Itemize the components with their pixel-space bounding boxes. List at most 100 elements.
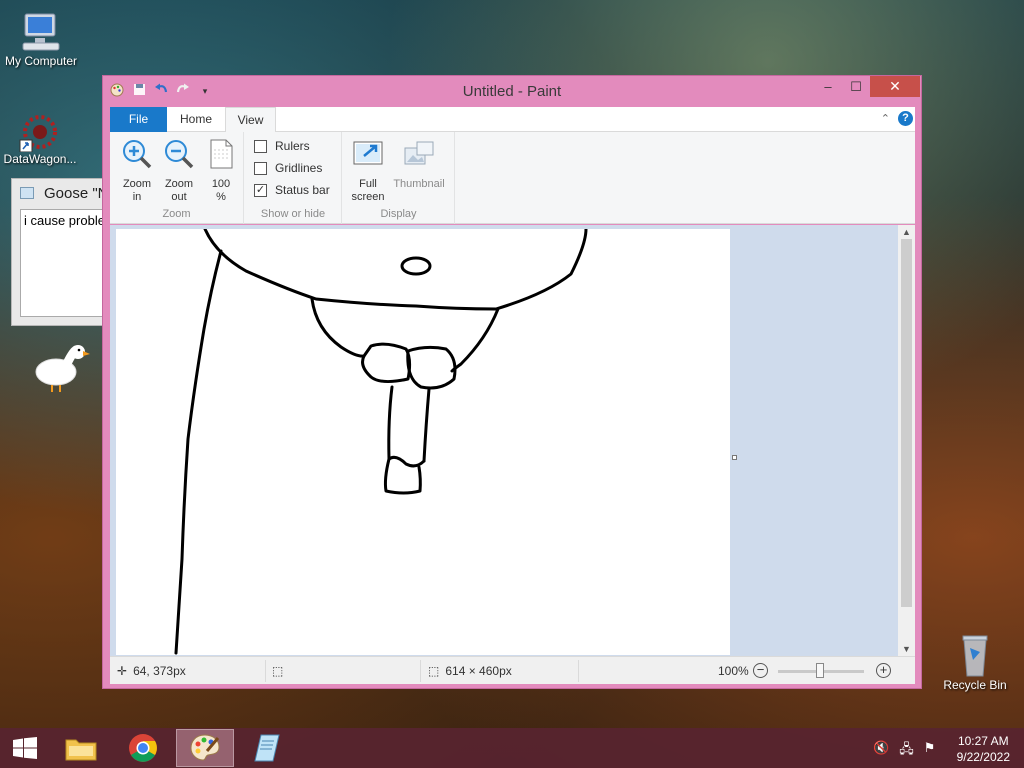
zoom-out-label: Zoom out <box>164 178 194 203</box>
status-separator <box>265 660 266 682</box>
help-icon[interactable]: ? <box>898 111 913 126</box>
image-size-icon: ⬚ <box>428 664 440 678</box>
rulers-checkbox[interactable]: Rulers <box>254 139 310 153</box>
gridlines-checkbox-box[interactable] <box>254 161 267 175</box>
status-bar-label: Status bar <box>275 183 330 197</box>
canvas-resize-handle[interactable] <box>732 455 737 460</box>
drawing-canvas[interactable] <box>116 227 730 655</box>
vertical-scrollbar[interactable]: ▲ ▼ <box>898 225 915 656</box>
scroll-up-icon[interactable]: ▲ <box>898 227 915 237</box>
zoom-100-label: 100 % <box>211 178 231 203</box>
paint-titlebar[interactable]: ▾ Untitled - Paint ‒ ☐ ✕ <box>103 76 921 106</box>
image-size: ⬚ 614 × 460px <box>428 664 512 678</box>
selection-size: ⬚ <box>272 664 283 678</box>
tab-home[interactable]: Home <box>170 107 222 132</box>
taskbar-notepad[interactable] <box>238 729 296 767</box>
scroll-down-icon[interactable]: ▼ <box>898 644 915 654</box>
thumbnail-label: Thumbnail <box>393 178 445 190</box>
display-group-label: Display <box>380 208 417 220</box>
tab-view[interactable]: View <box>225 107 276 133</box>
full-screen-button[interactable]: Full screen <box>348 138 388 204</box>
system-tray: 🔇 🖧 ⚑ <box>873 740 935 762</box>
gridlines-label: Gridlines <box>275 161 323 175</box>
start-button[interactable] <box>0 729 50 767</box>
show-hide-group: Rulers Gridlines ✓ Status bar Show or hi… <box>245 132 342 224</box>
recycle-bin-icon <box>962 635 988 677</box>
cursor-position: ✛ 64, 373px <box>117 664 186 678</box>
windows-logo-icon <box>13 737 37 759</box>
zoom-out-button[interactable]: Zoom out <box>159 138 199 204</box>
scrollbar-thumb[interactable] <box>901 239 912 607</box>
status-bar-checkbox-box[interactable]: ✓ <box>254 183 267 197</box>
zoom-in-icon <box>123 140 152 169</box>
status-separator <box>578 660 579 682</box>
zoom-out-small-button[interactable]: − <box>753 663 768 678</box>
notepad-icon <box>254 734 280 762</box>
drawing-strokes <box>174 227 588 655</box>
status-bar-checkbox[interactable]: ✓ Status bar <box>254 183 330 197</box>
chrome-icon <box>129 734 157 762</box>
zoom-percentage: 100% <box>718 664 749 678</box>
desktop-icon-my-computer[interactable]: My Computer <box>2 10 80 68</box>
desktop-icon-label: Recycle Bin <box>943 678 1007 692</box>
zoom-in-small-button[interactable]: + <box>876 663 891 678</box>
computer-icon <box>22 13 60 51</box>
rulers-label: Rulers <box>275 139 310 153</box>
minimize-ribbon-icon[interactable]: ⌃ <box>881 112 890 125</box>
page-100-icon <box>210 139 233 169</box>
datawagon-shortcut-icon <box>19 115 57 152</box>
goose-notepad-window[interactable]: Goose "N i cause proble <box>11 178 111 326</box>
zoom-in-button[interactable]: Zoom in <box>117 138 157 204</box>
paint-palette-icon <box>190 734 220 761</box>
goose-window-title: Goose "N <box>44 184 109 202</box>
rulers-checkbox-box[interactable] <box>254 139 267 153</box>
zoom-percentage-value: 100% <box>718 664 749 678</box>
zoom-in-label: Zoom in <box>122 178 152 203</box>
desktop-icon-recycle-bin[interactable]: Recycle Bin <box>940 630 1010 692</box>
gridlines-checkbox[interactable]: Gridlines <box>254 161 322 175</box>
desktop-icon-datawagon[interactable]: DataWagon... <box>0 112 80 166</box>
full-screen-icon <box>353 141 383 165</box>
status-separator <box>420 660 421 682</box>
folder-icon <box>65 739 97 761</box>
goose-window-titlebar[interactable]: Goose "N <box>12 179 110 207</box>
image-size-value: 614 × 460px <box>445 664 512 678</box>
canvas-workspace: ▲ ▼ <box>110 225 915 656</box>
clock-date: 9/22/2022 <box>956 750 1010 764</box>
goose-icon <box>35 345 90 392</box>
maximize-button[interactable]: ☐ <box>842 76 870 97</box>
notepad-doc-icon <box>20 187 34 199</box>
zoom-slider-thumb[interactable] <box>816 663 824 678</box>
zoom-group-label: Zoom <box>162 208 191 220</box>
tab-file[interactable]: File <box>110 107 167 132</box>
taskbar-file-explorer[interactable] <box>52 729 110 767</box>
clock-time: 10:27 AM <box>957 734 1009 748</box>
close-button[interactable]: ✕ <box>870 76 920 97</box>
zoom-100-button[interactable]: 100 % <box>201 138 241 204</box>
goose-note-text[interactable]: i cause proble <box>20 209 110 317</box>
volume-muted-icon[interactable]: 🔇 <box>873 740 889 762</box>
selection-icon: ⬚ <box>272 664 284 678</box>
paint-window: ▾ Untitled - Paint ‒ ☐ ✕ File Home View … <box>102 75 922 689</box>
minimize-button[interactable]: ‒ <box>814 76 842 97</box>
desktop-goose[interactable] <box>32 342 92 401</box>
taskbar-paint[interactable] <box>176 729 234 767</box>
move-cursor-icon: ✛ <box>117 664 128 678</box>
desktop-icon-label: My Computer <box>4 54 78 68</box>
thumbnail-button[interactable]: Thumbnail <box>389 138 449 191</box>
network-icon[interactable]: 🖧 <box>899 740 914 762</box>
show-hide-group-label: Show or hide <box>260 208 326 220</box>
zoom-out-icon <box>165 140 194 169</box>
taskbar-chrome[interactable] <box>114 729 172 767</box>
clock[interactable]: 10:27 AM 9/22/2022 <box>957 733 1010 765</box>
thumbnail-icon <box>404 141 434 165</box>
cursor-position-value: 64, 373px <box>133 664 186 678</box>
full-screen-label: Full screen <box>351 178 385 203</box>
desktop-icon-label: DataWagon... <box>3 152 77 166</box>
zoom-group: Zoom in Zoom out 100 % Zoom <box>110 132 244 224</box>
action-center-flag-icon[interactable]: ⚑ <box>924 740 936 762</box>
ribbon-view-panel: Zoom in Zoom out 100 % Zoom Rulers Gridl… <box>110 132 915 224</box>
window-title: Untitled - Paint <box>462 83 562 100</box>
taskbar: 🔇 🖧 ⚑ 10:27 AM 9/22/2022 <box>0 728 1024 768</box>
status-bar: ✛ 64, 373px ⬚ ⬚ 614 × 460px 100% − + <box>110 656 915 684</box>
